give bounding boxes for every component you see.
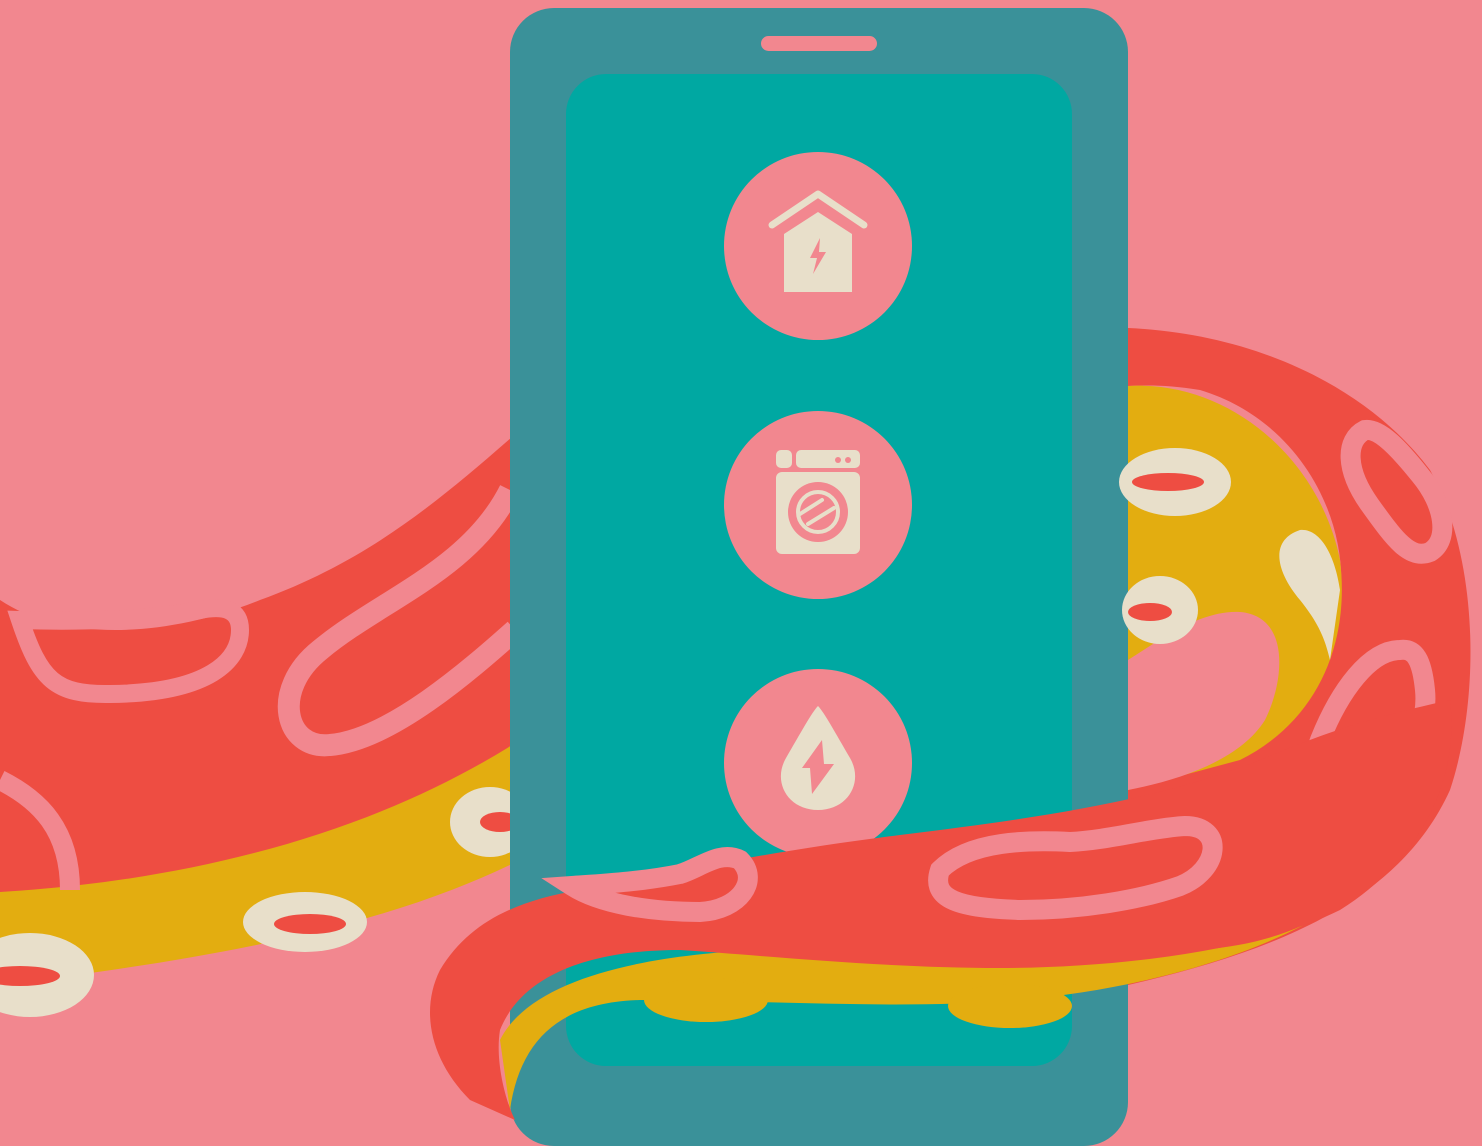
right-cream-sucker-2-hole	[1128, 603, 1172, 621]
washer-knob-2	[845, 457, 851, 463]
washer-knob-1	[835, 457, 841, 463]
left-cream-sucker-1-hole	[274, 914, 346, 934]
illustration-stage	[0, 0, 1482, 1146]
water-energy-drop-icon[interactable]	[724, 669, 912, 857]
washer-top-left	[776, 450, 792, 468]
washing-machine-energy-icon[interactable]	[724, 411, 912, 599]
illustration-canvas	[0, 0, 1482, 1146]
phone-speaker	[761, 36, 877, 51]
front-sucker-bottom-1	[644, 978, 768, 1022]
smart-home-energy-icon[interactable]	[724, 152, 912, 340]
right-cream-sucker-1-hole	[1132, 473, 1204, 491]
front-sucker-bottom-2	[948, 984, 1072, 1028]
